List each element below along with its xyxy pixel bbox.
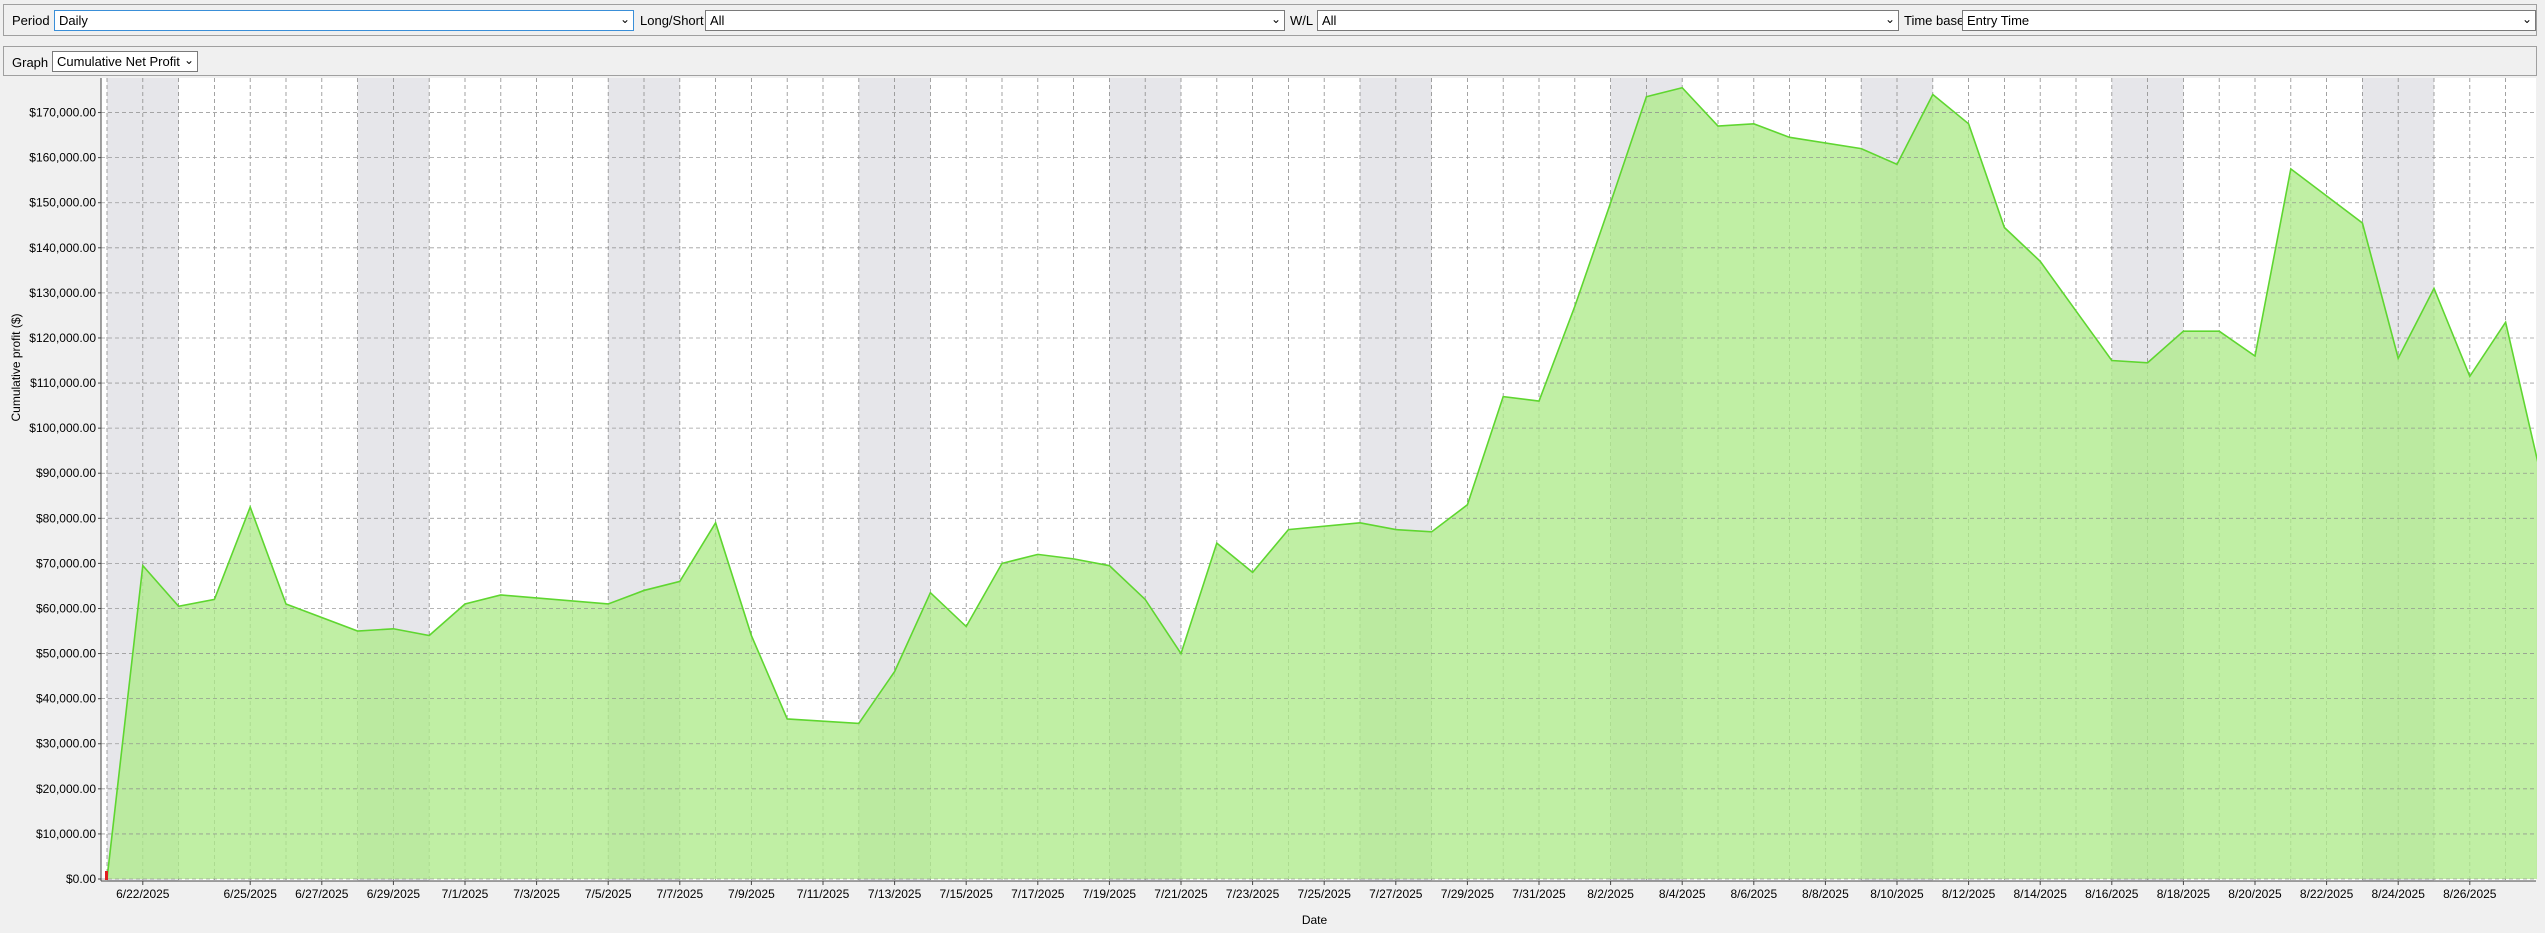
graph-select-value: Cumulative Net Profit xyxy=(57,54,180,69)
x-tick-label: 7/15/2025 xyxy=(940,887,994,901)
y-tick-label: $50,000.00 xyxy=(36,647,96,661)
y-tick-label: $0.00 xyxy=(66,872,96,886)
x-tick-label: 7/27/2025 xyxy=(1369,887,1423,901)
timebase-select[interactable]: Entry Time ⌄ xyxy=(1962,10,2536,31)
y-tick-label: $80,000.00 xyxy=(36,511,96,525)
timebase-select-value: Entry Time xyxy=(1967,13,2030,28)
y-tick-label: $10,000.00 xyxy=(36,827,96,841)
x-tick-label: 8/24/2025 xyxy=(2372,887,2426,901)
x-tick-label: 8/10/2025 xyxy=(1870,887,1924,901)
x-tick-label: 6/27/2025 xyxy=(295,887,349,901)
chevron-down-icon: ⌄ xyxy=(619,12,630,26)
timebase-label: Time base xyxy=(1904,13,1965,28)
x-tick-label: 8/20/2025 xyxy=(2228,887,2282,901)
x-tick-label: 6/25/2025 xyxy=(224,887,278,901)
longshort-label: Long/Short xyxy=(640,13,704,28)
x-tick-label: 8/18/2025 xyxy=(2157,887,2211,901)
x-tick-label: 7/1/2025 xyxy=(442,887,489,901)
x-tick-label: 7/31/2025 xyxy=(1512,887,1566,901)
y-tick-label: $120,000.00 xyxy=(29,331,96,345)
y-tick-label: $70,000.00 xyxy=(36,556,96,570)
x-tick-label: 8/4/2025 xyxy=(1659,887,1706,901)
period-select[interactable]: Daily ⌄ xyxy=(54,10,634,31)
chart-panel: $0.00 $10,000.00 $20,000.00 $30,000.00 $40,0… xyxy=(3,78,2543,930)
x-tick-label: 8/2/2025 xyxy=(1587,887,1634,901)
chevron-down-icon: ⌄ xyxy=(2521,12,2532,26)
y-tick-label: $160,000.00 xyxy=(29,151,96,165)
period-label: Period xyxy=(12,13,50,28)
y-tick-label: $20,000.00 xyxy=(36,782,96,796)
chevron-down-icon: ⌄ xyxy=(1270,12,1281,26)
y-tick-label: $130,000.00 xyxy=(29,286,96,300)
chevron-down-icon: ⌄ xyxy=(183,53,194,67)
y-tick-label: $90,000.00 xyxy=(36,466,96,480)
start-marker xyxy=(105,871,108,880)
y-tick-label: $150,000.00 xyxy=(29,196,96,210)
y-tick-label: $30,000.00 xyxy=(36,737,96,751)
period-select-value: Daily xyxy=(59,13,88,28)
y-tick-label: $140,000.00 xyxy=(29,241,96,255)
x-tick-label: 8/26/2025 xyxy=(2443,887,2497,901)
x-tick-label: 6/22/2025 xyxy=(116,887,170,901)
y-tick-label: $40,000.00 xyxy=(36,692,96,706)
x-tick-label: 7/9/2025 xyxy=(728,887,775,901)
x-tick-label: 7/25/2025 xyxy=(1298,887,1352,901)
y-tick-label: $170,000.00 xyxy=(29,106,96,120)
x-tick-label: 8/16/2025 xyxy=(2085,887,2139,901)
cumulative-profit-chart: $0.00 $10,000.00 $20,000.00 $30,000.00 $40,0… xyxy=(9,78,2543,927)
graph-label: Graph xyxy=(12,55,49,70)
x-tick-label: 7/7/2025 xyxy=(656,887,703,901)
x-tick-label: 7/17/2025 xyxy=(1011,887,1065,901)
x-tick-label: 8/22/2025 xyxy=(2300,887,2354,901)
graph-select[interactable]: Cumulative Net Profit ⌄ xyxy=(52,51,198,72)
x-tick-label: 7/19/2025 xyxy=(1083,887,1137,901)
y-tick-label: $110,000.00 xyxy=(30,376,96,390)
x-tick-label: 8/8/2025 xyxy=(1802,887,1849,901)
x-tick-label: 8/6/2025 xyxy=(1730,887,1777,901)
x-tick-label: 7/29/2025 xyxy=(1441,887,1495,901)
y-axis-title: Cumulative profit ($) xyxy=(9,313,23,421)
x-tick-label: 7/13/2025 xyxy=(868,887,922,901)
graph-toolbar: Graph Cumulative Net Profit ⌄ xyxy=(3,46,2537,76)
chevron-down-icon: ⌄ xyxy=(1884,12,1895,26)
wl-select-value: All xyxy=(1322,13,1337,28)
x-tick-label: 7/11/2025 xyxy=(797,887,850,901)
longshort-select-value: All xyxy=(710,13,725,28)
y-tick-label: $60,000.00 xyxy=(36,601,96,615)
x-axis-title: Date xyxy=(1302,913,1328,927)
x-tick-label: 8/12/2025 xyxy=(1942,887,1996,901)
x-tick-label: 8/14/2025 xyxy=(2014,887,2068,901)
x-tick-label: 7/23/2025 xyxy=(1226,887,1280,901)
y-tick-label: $100,000.00 xyxy=(29,421,96,435)
x-tick-label: 7/3/2025 xyxy=(513,887,560,901)
x-tick-label: 7/5/2025 xyxy=(585,887,632,901)
x-tick-label: 7/21/2025 xyxy=(1154,887,1208,901)
wl-select[interactable]: All ⌄ xyxy=(1317,10,1899,31)
wl-label: W/L xyxy=(1290,13,1314,28)
longshort-select[interactable]: All ⌄ xyxy=(705,10,1285,31)
x-tick-label: 6/29/2025 xyxy=(367,887,421,901)
filter-toolbar: Period Daily ⌄ Long/Short All ⌄ W/L All … xyxy=(3,4,2537,36)
